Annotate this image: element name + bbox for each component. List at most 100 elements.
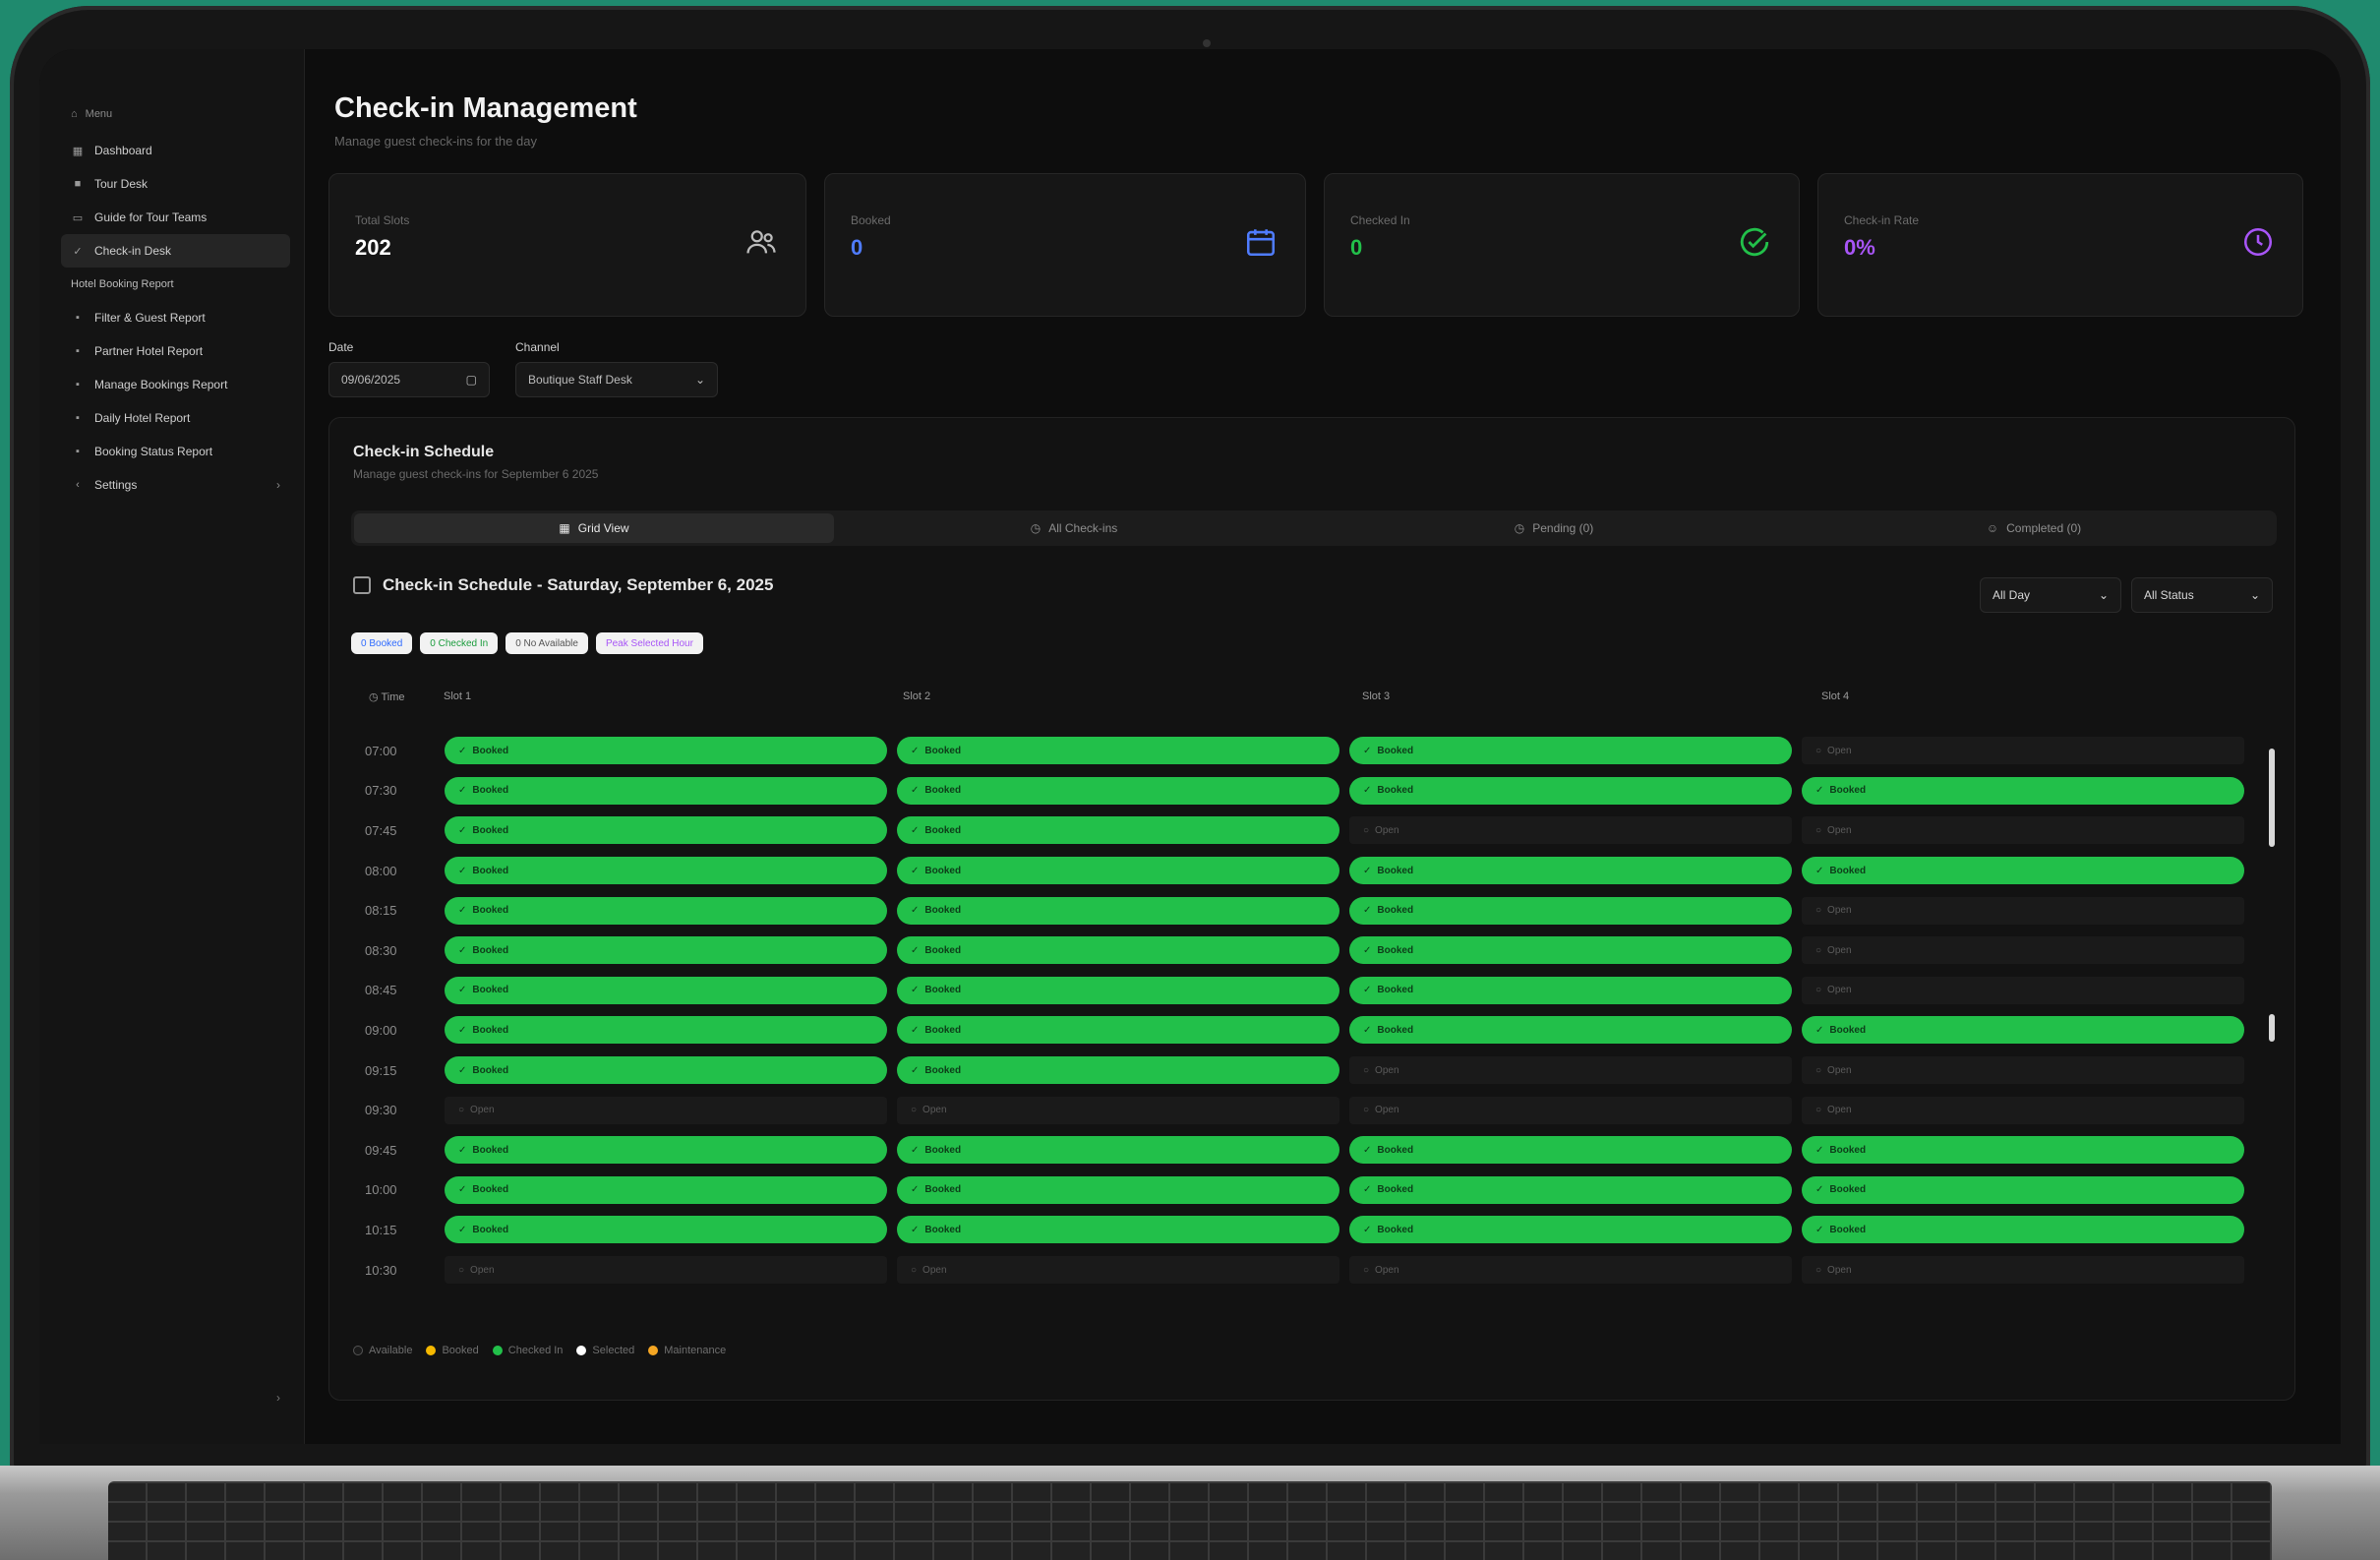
sidebar-item-tour-desk[interactable]: ■ Tour Desk	[61, 167, 290, 201]
slot-column-header: Slot 2	[903, 690, 931, 702]
booked-slot[interactable]: ✓ Booked	[897, 1175, 1339, 1204]
sidebar-item-report-4[interactable]: ▪ Daily Hotel Report	[61, 401, 290, 435]
booked-slot[interactable]: ✓ Booked	[897, 896, 1339, 925]
sidebar-item-report-5[interactable]: ▪ Booking Status Report	[61, 435, 290, 468]
check-icon: ✓	[1363, 944, 1372, 956]
booked-slot[interactable]: ✓ Booked	[1349, 857, 1792, 885]
circle-icon: ○	[1363, 1064, 1370, 1076]
day-select[interactable]: All Day ⌄	[1980, 577, 2121, 613]
booked-slot[interactable]: ✓ Booked	[897, 737, 1339, 765]
stat-card-booked: Booked 0	[824, 173, 1306, 317]
open-slot[interactable]: ○ Open	[1802, 1096, 2244, 1124]
booked-slot[interactable]: ✓ Booked	[445, 1056, 887, 1085]
open-slot[interactable]: ○ Open	[1802, 896, 2244, 925]
circle-icon: ○	[458, 1264, 465, 1276]
booked-slot[interactable]: ✓ Booked	[897, 857, 1339, 885]
booked-slot[interactable]: ✓ Booked	[1802, 1136, 2244, 1165]
booked-slot[interactable]: ✓ Booked	[897, 1016, 1339, 1045]
slot-label: Booked	[1829, 785, 1867, 797]
booked-slot[interactable]: ✓ Booked	[897, 1056, 1339, 1085]
sidebar-item-report-2[interactable]: ▪ Partner Hotel Report	[61, 334, 290, 368]
open-slot[interactable]: ○ Open	[897, 1256, 1339, 1285]
status-chip[interactable]: 0 Booked	[351, 632, 413, 654]
status-chip[interactable]: 0 Checked In	[420, 632, 499, 654]
circle-icon: ○	[1815, 944, 1822, 956]
booked-slot[interactable]: ✓ Booked	[1802, 776, 2244, 805]
sidebar-item-guide[interactable]: ▭ Guide for Tour Teams	[61, 201, 290, 234]
calendar-icon: ▢	[465, 373, 477, 387]
booked-slot[interactable]: ✓ Booked	[1349, 976, 1792, 1004]
booked-slot[interactable]: ✓ Booked	[445, 1216, 887, 1244]
scrollbar-thumb[interactable]	[2269, 1014, 2275, 1042]
booked-slot[interactable]: ✓ Booked	[897, 976, 1339, 1004]
open-slot[interactable]: ○ Open	[1802, 816, 2244, 845]
booked-slot[interactable]: ✓ Booked	[1349, 776, 1792, 805]
open-slot[interactable]: ○ Open	[1802, 737, 2244, 765]
open-slot[interactable]: ○ Open	[1349, 1056, 1792, 1085]
booked-slot[interactable]: ✓ Booked	[1802, 1216, 2244, 1244]
booked-slot[interactable]: ✓ Booked	[1349, 1216, 1792, 1244]
open-slot[interactable]: ○ Open	[1802, 936, 2244, 965]
booked-slot[interactable]: ✓ Booked	[445, 1175, 887, 1204]
booked-slot[interactable]: ✓ Booked	[445, 776, 887, 805]
sidebar-item-report-3[interactable]: ▪ Manage Bookings Report	[61, 368, 290, 401]
booked-slot[interactable]: ✓ Booked	[897, 776, 1339, 805]
booked-slot[interactable]: ✓ Booked	[1349, 737, 1792, 765]
check-icon: ✓	[1363, 985, 1372, 996]
booked-slot[interactable]: ✓ Booked	[1802, 857, 2244, 885]
scrollbar-thumb[interactable]	[2269, 749, 2275, 847]
booked-slot[interactable]: ✓ Booked	[445, 857, 887, 885]
grid-scrollbar[interactable]	[2267, 719, 2277, 1309]
booked-slot[interactable]: ✓ Booked	[1349, 1136, 1792, 1165]
open-slot[interactable]: ○ Open	[1349, 1256, 1792, 1285]
booked-slot[interactable]: ✓ Booked	[445, 976, 887, 1004]
sidebar-item-settings[interactable]: ‹ Settings ›	[61, 468, 290, 502]
booked-slot[interactable]: ✓ Booked	[897, 1216, 1339, 1244]
open-slot[interactable]: ○ Open	[1349, 816, 1792, 845]
schedule-header: Check-in Schedule - Saturday, September …	[353, 575, 773, 595]
open-slot[interactable]: ○ Open	[1802, 1056, 2244, 1085]
time-label: 08:45	[365, 983, 397, 998]
status-chip[interactable]: 0 No Available	[506, 632, 588, 654]
booked-slot[interactable]: ✓ Booked	[1802, 1175, 2244, 1204]
booked-slot[interactable]: ✓ Booked	[1349, 896, 1792, 925]
tab-pending[interactable]: ◷ Pending (0)	[1314, 513, 1794, 543]
tab-grid-view[interactable]: ▦ Grid View	[354, 513, 834, 543]
open-slot[interactable]: ○ Open	[1802, 1256, 2244, 1285]
booked-slot[interactable]: ✓ Booked	[445, 1136, 887, 1165]
open-slot[interactable]: ○ Open	[1802, 976, 2244, 1004]
slot-label: Open	[1827, 824, 1852, 836]
booked-slot[interactable]: ✓ Booked	[445, 896, 887, 925]
tab-all-check-ins[interactable]: ◷ All Check-ins	[834, 513, 1314, 543]
sidebar-item-check-in[interactable]: ✓ Check-in Desk	[61, 234, 290, 268]
table-row: 09:45 ✓ Booked ✓ Booked ✓ Booked ✓ Booked	[351, 1130, 2249, 1170]
check-icon: ✓	[458, 1024, 467, 1036]
date-input[interactable]: 09/06/2025 ▢	[328, 362, 490, 397]
booked-slot[interactable]: ✓ Booked	[897, 936, 1339, 965]
open-slot[interactable]: ○ Open	[1349, 1096, 1792, 1124]
sidebar-collapse-button[interactable]: ›	[276, 1391, 280, 1405]
booked-slot[interactable]: ✓ Booked	[445, 816, 887, 845]
booked-slot[interactable]: ✓ Booked	[445, 1016, 887, 1045]
booked-slot[interactable]: ✓ Booked	[897, 816, 1339, 845]
sidebar-item-report-1[interactable]: ▪ Filter & Guest Report	[61, 301, 290, 334]
booked-slot[interactable]: ✓ Booked	[897, 1136, 1339, 1165]
open-slot[interactable]: ○ Open	[897, 1096, 1339, 1124]
time-label: 10:30	[365, 1262, 397, 1278]
status-chip[interactable]: Peak Selected Hour	[595, 632, 703, 654]
booked-slot[interactable]: ✓ Booked	[445, 737, 887, 765]
stat-label: Checked In	[1350, 213, 1410, 227]
date-label: Date	[328, 340, 354, 354]
open-slot[interactable]: ○ Open	[445, 1096, 887, 1124]
booked-slot[interactable]: ✓ Booked	[1802, 1016, 2244, 1045]
booked-slot[interactable]: ✓ Booked	[1349, 1175, 1792, 1204]
tab-completed[interactable]: ☺ Completed (0)	[1794, 513, 2274, 543]
booked-slot[interactable]: ✓ Booked	[1349, 936, 1792, 965]
channel-select[interactable]: Boutique Staff Desk ⌄	[515, 362, 718, 397]
status-select[interactable]: All Status ⌄	[2131, 577, 2273, 613]
booked-slot[interactable]: ✓ Booked	[445, 936, 887, 965]
booked-slot[interactable]: ✓ Booked	[1349, 1016, 1792, 1045]
sidebar-item-dashboard[interactable]: ▦ Dashboard	[61, 134, 290, 167]
table-row: 10:15 ✓ Booked ✓ Booked ✓ Booked ✓ Booked	[351, 1210, 2249, 1250]
open-slot[interactable]: ○ Open	[445, 1256, 887, 1285]
